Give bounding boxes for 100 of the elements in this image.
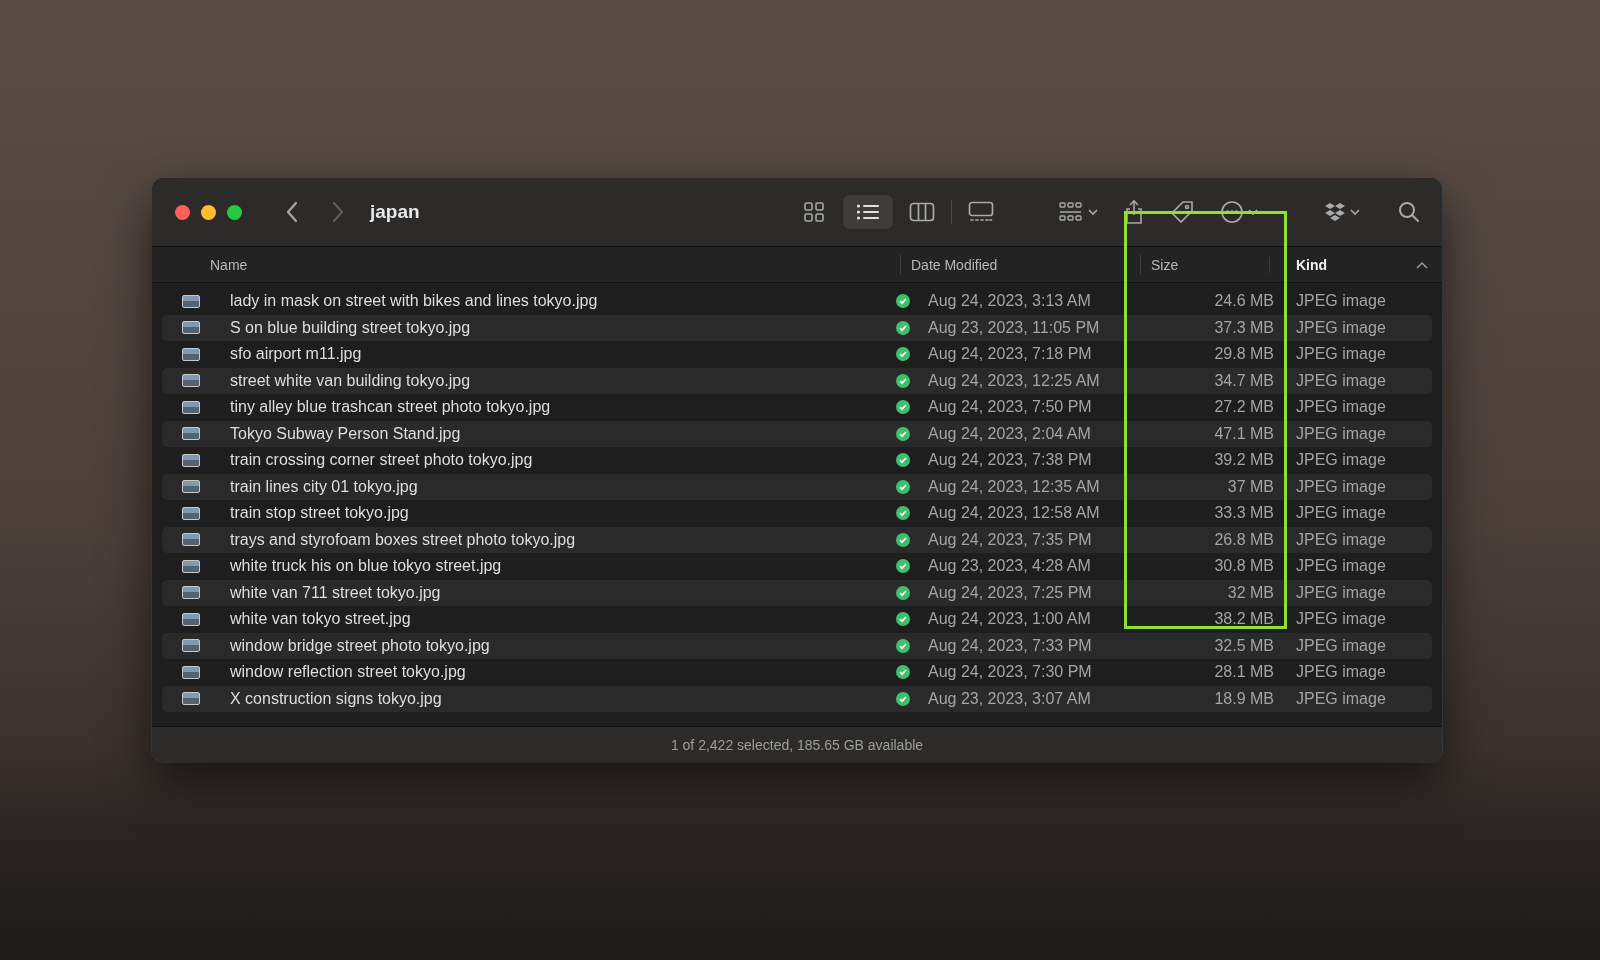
- share-icon[interactable]: [1124, 199, 1144, 225]
- file-name[interactable]: trays and styrofoam boxes street photo tokyo.jpg: [230, 530, 892, 549]
- image-file-icon: [182, 347, 200, 361]
- file-size: 24.6 MB: [1213, 292, 1274, 311]
- more-button[interactable]: [1220, 200, 1258, 224]
- file-name[interactable]: S on blue building street tokyo.jpg: [230, 318, 892, 337]
- file-name[interactable]: X construction signs tokyo.jpg: [230, 689, 892, 708]
- date-modified: Aug 24, 2023, 7:18 PM: [928, 345, 1093, 364]
- columns-icon: [909, 202, 935, 222]
- file-kind: JPEG image: [1295, 292, 1387, 311]
- file-size: 30.8 MB: [1213, 557, 1274, 576]
- file-size: 32 MB: [1226, 583, 1274, 602]
- column-header[interactable]: Size: [1140, 254, 1269, 275]
- file-size: 34.7 MB: [1213, 371, 1274, 390]
- date-modified: Aug 23, 2023, 11:05 PM: [928, 318, 1101, 337]
- image-file-icon: [182, 586, 200, 600]
- file-kind: JPEG image: [1295, 477, 1387, 496]
- window-title: japan: [370, 201, 420, 223]
- grid-icon: [803, 201, 825, 223]
- date-modified: Aug 24, 2023, 1:00 AM: [928, 610, 1092, 629]
- more-icon: [1220, 200, 1244, 224]
- date-modified: Aug 24, 2023, 3:13 AM: [928, 292, 1092, 311]
- image-file-icon: [182, 427, 200, 441]
- image-file-icon: [182, 559, 200, 573]
- image-file-icon: [182, 374, 200, 388]
- dropbox-icon: [1324, 202, 1346, 222]
- list-icon: [856, 202, 880, 222]
- file-size: 39.2 MB: [1213, 451, 1274, 470]
- view-mode-button[interactable]: [843, 195, 893, 229]
- sort-caret-icon: [1416, 260, 1428, 269]
- image-file-icon: [182, 665, 200, 679]
- image-file-icon: [182, 294, 200, 308]
- file-size: 37 MB: [1226, 477, 1274, 496]
- image-file-icon: [182, 480, 200, 494]
- image-file-icon: [182, 639, 200, 653]
- file-size: 26.8 MB: [1213, 530, 1274, 549]
- file-kind: JPEG image: [1295, 504, 1387, 523]
- date-modified: Aug 24, 2023, 2:04 AM: [928, 424, 1092, 443]
- date-modified: Aug 24, 2023, 12:25 AM: [928, 371, 1101, 390]
- date-modified: Aug 24, 2023, 12:35 AM: [928, 477, 1101, 496]
- close-button[interactable]: [175, 204, 190, 220]
- file-name[interactable]: train lines city 01 tokyo.jpg: [230, 477, 892, 496]
- image-file-icon: [182, 321, 200, 335]
- file-name[interactable]: sfo airport m11.jpg: [230, 345, 892, 364]
- date-modified: Aug 24, 2023, 7:33 PM: [928, 636, 1093, 655]
- file-name[interactable]: white van 711 street tokyo.jpg: [230, 583, 892, 602]
- file-name[interactable]: white truck his on blue tokyo street.jpg: [230, 557, 892, 576]
- date-modified: Aug 24, 2023, 7:50 PM: [928, 398, 1093, 417]
- file-kind: JPEG image: [1295, 557, 1387, 576]
- file-kind: JPEG image: [1295, 451, 1387, 470]
- image-file-icon: [182, 400, 200, 414]
- group-by-button[interactable]: [1058, 201, 1098, 223]
- minimize-button[interactable]: [201, 204, 216, 220]
- file-kind: JPEG image: [1295, 530, 1387, 549]
- file-name[interactable]: window bridge street photo tokyo.jpg: [230, 636, 892, 655]
- file-size: 29.8 MB: [1213, 345, 1274, 364]
- file-size: 32.5 MB: [1213, 636, 1274, 655]
- date-modified: Aug 24, 2023, 7:38 PM: [928, 451, 1093, 470]
- file-name[interactable]: train crossing corner street photo tokyo.jpg: [230, 451, 892, 470]
- file-name[interactable]: street white van building tokyo.jpg: [230, 371, 892, 390]
- tag-icon[interactable]: [1170, 200, 1194, 224]
- image-file-icon: [182, 453, 200, 467]
- search-icon[interactable]: [1398, 201, 1420, 223]
- chevron-down-icon: [1248, 208, 1258, 216]
- file-kind: JPEG image: [1295, 689, 1387, 708]
- file-kind: JPEG image: [1295, 610, 1387, 629]
- file-name[interactable]: window reflection street tokyo.jpg: [230, 663, 892, 682]
- file-name[interactable]: train stop street tokyo.jpg: [230, 504, 892, 523]
- zoom-button[interactable]: [227, 204, 242, 220]
- column-header[interactable]: Kind: [1270, 256, 1328, 273]
- file-size: 33.3 MB: [1213, 504, 1274, 523]
- file-size: 47.1 MB: [1213, 424, 1274, 443]
- date-modified: Aug 23, 2023, 4:28 AM: [928, 557, 1092, 576]
- image-file-icon: [182, 533, 200, 547]
- status-text: 1 of 2,422 selected, 185.65 GB available: [670, 736, 924, 753]
- file-kind: JPEG image: [1295, 345, 1387, 364]
- file-kind: JPEG image: [1295, 424, 1387, 443]
- chevron-left-icon[interactable]: [285, 201, 299, 223]
- file-kind: JPEG image: [1295, 398, 1387, 417]
- date-modified: Aug 24, 2023, 7:30 PM: [928, 663, 1093, 682]
- date-modified: Aug 24, 2023, 12:58 AM: [928, 504, 1101, 523]
- file-kind: JPEG image: [1295, 636, 1387, 655]
- file-name[interactable]: Tokyo Subway Person Stand.jpg: [230, 424, 892, 443]
- image-file-icon: [182, 612, 200, 626]
- date-modified: Aug 24, 2023, 7:25 PM: [928, 583, 1093, 602]
- file-kind: JPEG image: [1295, 663, 1387, 682]
- file-size: 27.2 MB: [1213, 398, 1274, 417]
- column-header[interactable]: Date Modified: [900, 254, 1140, 275]
- file-kind: JPEG image: [1295, 318, 1387, 337]
- column-header[interactable]: Name: [152, 254, 900, 275]
- chevron-down-icon: [1350, 208, 1360, 216]
- file-name[interactable]: lady in mask on street with bikes and lines tokyo.jpg: [230, 292, 892, 311]
- file-size: 28.1 MB: [1213, 663, 1274, 682]
- grid-rows-icon: [1058, 201, 1084, 223]
- file-size: 37.3 MB: [1213, 318, 1274, 337]
- image-file-icon: [182, 506, 200, 520]
- dropbox-button[interactable]: [1324, 202, 1360, 222]
- file-name[interactable]: white van tokyo street.jpg: [230, 610, 892, 629]
- file-name[interactable]: tiny alley blue trashcan street photo tokyo.jpg: [230, 398, 892, 417]
- chevron-down-icon: [1088, 208, 1098, 216]
